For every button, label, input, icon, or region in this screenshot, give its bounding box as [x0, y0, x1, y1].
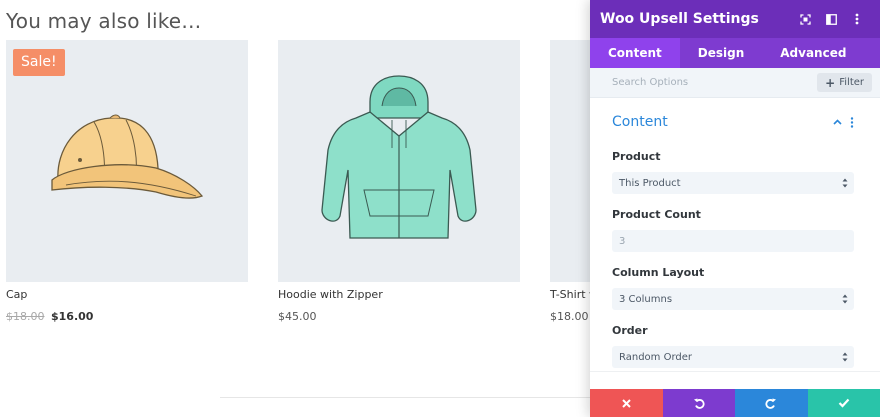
field-product: Product This Product	[612, 150, 854, 194]
expand-icon[interactable]	[792, 7, 818, 31]
price-sale: $16.00	[51, 310, 94, 323]
divider	[220, 397, 590, 398]
sale-badge: Sale!	[13, 49, 65, 76]
product-image-cap[interactable]: Sale!	[6, 40, 248, 282]
undo-button[interactable]	[662, 389, 735, 417]
content-panel: Content Product This Product Product Cou…	[590, 100, 880, 368]
select-value: Random Order	[619, 351, 692, 363]
field-label: Product	[612, 150, 661, 163]
select-value: 3 Columns	[619, 293, 673, 305]
product-image-hoodie[interactable]	[278, 40, 520, 282]
undo-icon	[693, 398, 705, 409]
search-options-input[interactable]	[612, 77, 818, 88]
order-select[interactable]: Random Order	[612, 346, 854, 368]
product-price: $18.00 $16.00	[6, 310, 248, 323]
tab-bar: Content Design Advanced	[590, 38, 880, 68]
filter-button[interactable]: + Filter	[817, 73, 872, 92]
split-view-icon[interactable]	[818, 7, 844, 31]
panel-more-icon[interactable]	[850, 116, 854, 128]
product-count-input[interactable]: 3	[612, 230, 854, 252]
tab-content[interactable]: Content	[590, 38, 680, 68]
close-icon	[622, 398, 631, 408]
redo-icon	[765, 398, 777, 409]
field-label: Product Count	[612, 208, 701, 221]
cap-illustration	[51, 114, 204, 199]
search-row: + Filter	[590, 68, 880, 98]
select-value: This Product	[619, 177, 681, 189]
save-button[interactable]	[807, 389, 880, 417]
field-label: Order	[612, 324, 648, 337]
filter-label: Filter	[839, 77, 864, 88]
check-icon	[838, 398, 850, 408]
panel-title: Content	[612, 114, 668, 130]
product-card-cap[interactable]: Sale! Cap $18.00 $16.00	[6, 40, 248, 323]
select-arrows-icon	[842, 294, 848, 304]
input-value: 3	[619, 235, 626, 247]
panel-header[interactable]: Content	[612, 100, 854, 144]
select-arrows-icon	[842, 352, 848, 362]
product-select[interactable]: This Product	[612, 172, 854, 194]
select-arrows-icon	[842, 178, 848, 188]
field-column-layout: Column Layout 3 Columns	[612, 266, 854, 310]
discard-button[interactable]	[590, 389, 663, 417]
more-icon[interactable]	[844, 7, 870, 31]
field-product-count: Product Count 3	[612, 208, 854, 252]
modal-title: Woo Upsell Settings	[600, 11, 759, 27]
section-title: You may also like…	[6, 9, 202, 33]
tab-design[interactable]: Design	[680, 38, 763, 68]
settings-modal: Woo Upsell Settings Content Design Advan…	[590, 0, 880, 417]
column-layout-select[interactable]: 3 Columns	[612, 288, 854, 310]
product-name[interactable]: Cap	[6, 288, 248, 301]
product-name[interactable]: Hoodie with Zipper	[278, 288, 520, 301]
redo-button[interactable]	[735, 389, 808, 417]
product-card-hoodie[interactable]: Hoodie with Zipper $45.00	[278, 40, 520, 323]
modal-footer	[590, 389, 880, 417]
field-order: Order Random Order	[612, 324, 854, 368]
hoodie-illustration	[321, 75, 477, 239]
chevron-up-icon[interactable]	[833, 119, 842, 125]
field-label: Column Layout	[612, 266, 705, 279]
divider	[590, 371, 880, 372]
plus-icon: +	[825, 75, 836, 90]
price-old: $18.00	[6, 310, 45, 323]
modal-header: Woo Upsell Settings	[590, 0, 880, 38]
product-price: $45.00	[278, 310, 317, 323]
tab-advanced[interactable]: Advanced	[762, 38, 864, 68]
